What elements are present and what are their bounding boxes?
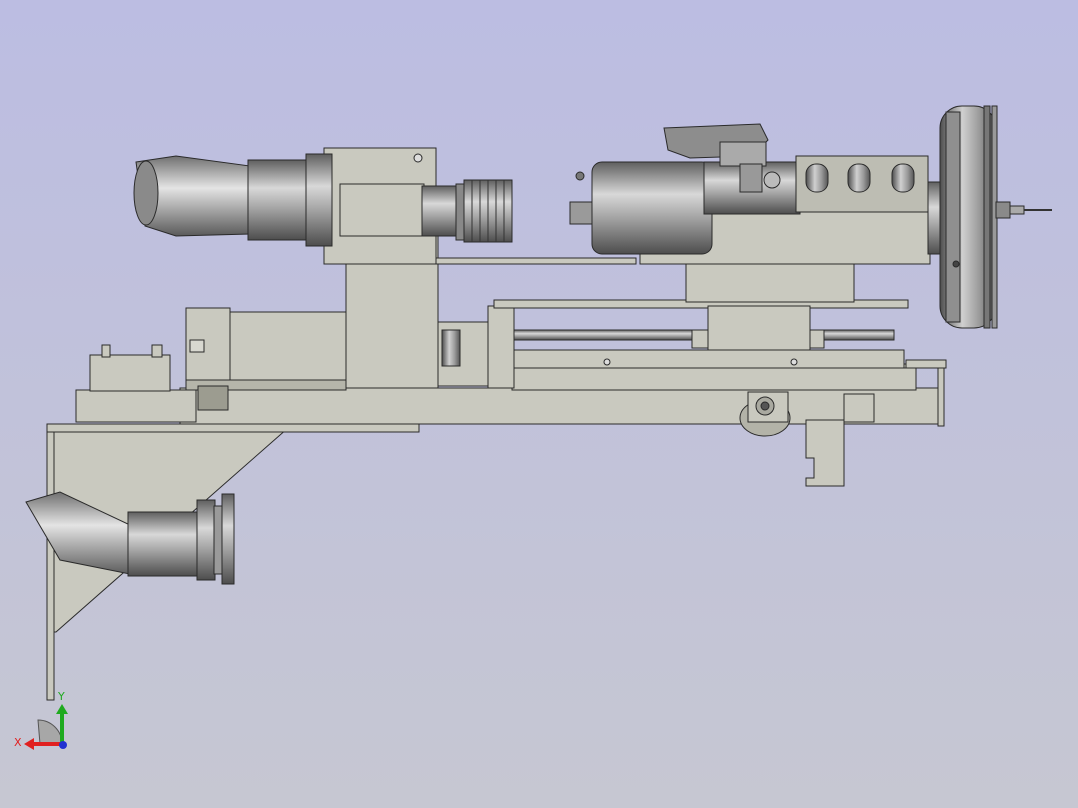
assembly-model[interactable]: Y X (0, 0, 1078, 808)
x-axis-label: X (14, 736, 22, 749)
cad-viewport[interactable]: Y X (0, 0, 1078, 808)
linear-slide[interactable] (493, 299, 909, 369)
coupling-block[interactable] (437, 305, 515, 389)
y-axis-label: Y (57, 690, 65, 703)
z-axis-dot (59, 741, 67, 749)
probe-tip[interactable] (995, 201, 1052, 219)
end-disc[interactable] (927, 105, 998, 329)
upper-camera[interactable] (133, 153, 513, 247)
pulley-wheel[interactable] (739, 391, 791, 437)
y-axis-arrowhead (56, 704, 68, 714)
axis-triad: Y X (14, 690, 68, 750)
x-axis-arrowhead (24, 738, 34, 750)
